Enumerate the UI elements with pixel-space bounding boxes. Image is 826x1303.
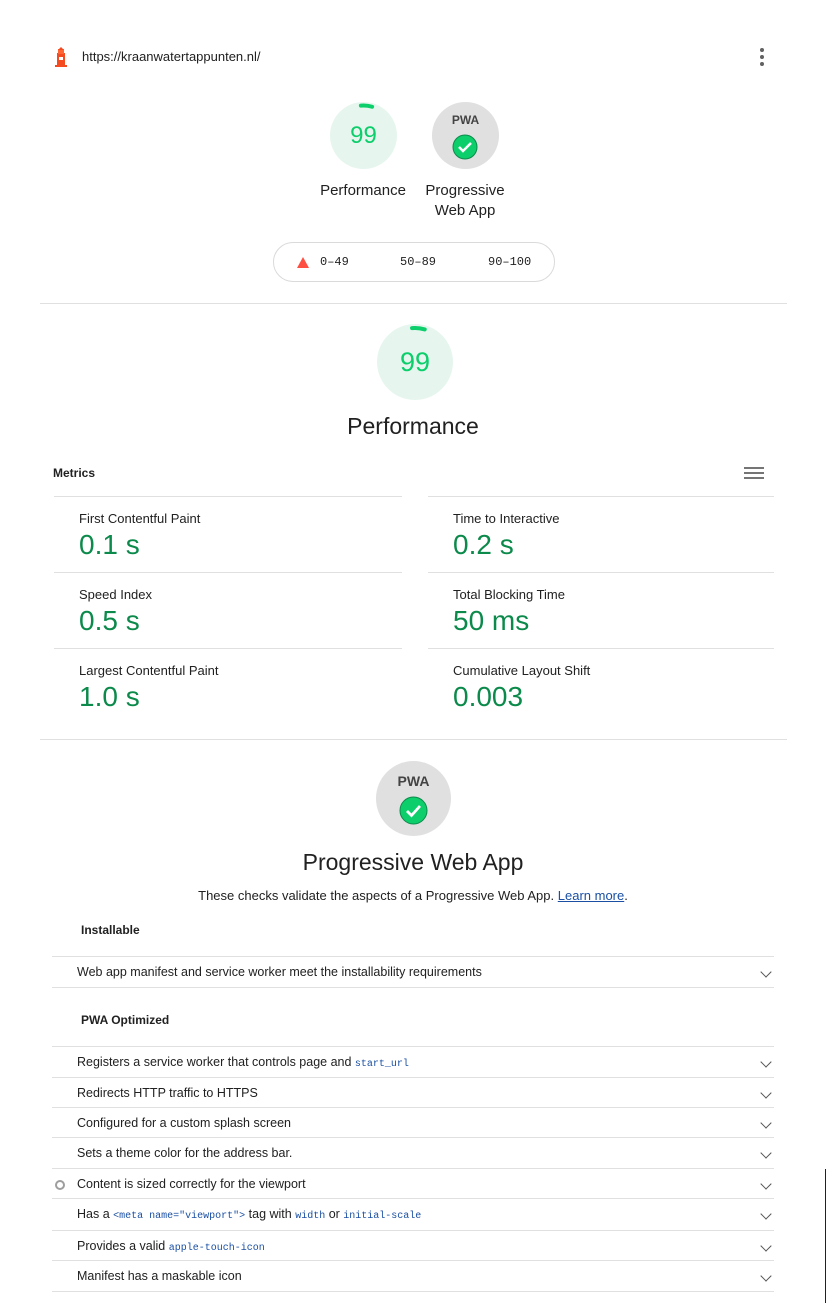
chevron-down-icon — [760, 1178, 772, 1190]
report-url: https://kraanwatertappunten.nl/ — [82, 49, 261, 64]
divider — [40, 303, 787, 304]
chevron-down-icon — [760, 1056, 772, 1068]
performance-gauge-large: 99 — [377, 324, 453, 400]
score-legend: 0–49 50–89 90–100 — [273, 242, 555, 282]
check-icon — [452, 134, 478, 160]
not-applicable-circle-icon — [55, 1180, 65, 1190]
audit-title: Content is sized correctly for the viewp… — [77, 1177, 306, 1191]
metric-value: 50 ms — [453, 605, 530, 636]
audit-row[interactable]: Web app manifest and service worker meet… — [52, 956, 774, 987]
metric-value: 0.5 s — [79, 605, 140, 636]
metric-cumulative-layout-shift: Cumulative Layout Shift 0.003 — [428, 648, 774, 724]
audit-title: Sets a theme color for the address bar. — [77, 1146, 293, 1160]
divider — [52, 987, 774, 988]
pwa-description: These checks validate the aspects of a P… — [198, 888, 628, 903]
legend-fail: 0–49 — [320, 255, 349, 269]
metric-largest-contentful-paint: Largest Contentful Paint 1.0 s — [54, 648, 402, 724]
metric-value: 0.003 — [453, 681, 524, 712]
metric-value: 0.1 s — [79, 529, 140, 560]
chevron-down-icon — [760, 1270, 772, 1282]
performance-gauge-arc — [331, 103, 396, 168]
learn-more-link[interactable]: Learn more — [558, 888, 624, 903]
check-icon — [399, 796, 428, 825]
performance-gauge[interactable]: 99 — [330, 102, 397, 169]
chevron-down-icon — [760, 1147, 772, 1159]
metric-first-contentful-paint: First Contentful Paint 0.1 s — [54, 496, 402, 572]
audit-row[interactable]: Configured for a custom splash screen — [52, 1107, 774, 1137]
divider — [40, 739, 787, 740]
audit-row[interactable]: Redirects HTTP traffic to HTTPS — [52, 1077, 774, 1107]
chevron-down-icon — [760, 1087, 772, 1099]
chevron-down-icon — [760, 1117, 772, 1129]
audit-row[interactable]: Provides a valid apple-touch-icon — [52, 1230, 774, 1260]
metric-value: 0.2 s — [453, 529, 514, 560]
pwa-gauge[interactable]: PWA — [432, 102, 499, 169]
fail-triangle-icon — [297, 257, 309, 268]
divider — [52, 1291, 774, 1292]
pwa-gauge-large: PWA — [376, 761, 451, 836]
metric-label: Largest Contentful Paint — [79, 663, 219, 678]
pwa-title: Progressive Web App — [302, 849, 524, 875]
audit-title: Provides a valid apple-touch-icon — [77, 1239, 265, 1254]
audit-row[interactable]: Registers a service worker that controls… — [52, 1046, 774, 1077]
performance-title: Performance — [347, 413, 479, 439]
legend-pass: 90–100 — [488, 255, 532, 269]
audit-title: Has a <meta name="viewport"> tag with wi… — [77, 1207, 422, 1222]
metrics-header: Metrics — [53, 466, 96, 480]
audit-row[interactable]: Has a <meta name="viewport"> tag with wi… — [52, 1198, 774, 1230]
legend-average: 50–89 — [400, 255, 437, 269]
metric-label: Time to Interactive — [453, 511, 560, 526]
group-title-pwa-optimized: PWA Optimized — [81, 1013, 170, 1027]
audit-title: Web app manifest and service worker meet… — [77, 965, 482, 979]
metric-value: 1.0 s — [79, 681, 140, 712]
metric-label: First Contentful Paint — [79, 511, 201, 526]
pwa-badge-label: PWA — [397, 773, 430, 789]
performance-gauge-large-arc — [379, 326, 451, 399]
audit-row[interactable]: Manifest has a maskable icon — [52, 1260, 774, 1291]
group-title-installable: Installable — [81, 923, 140, 937]
chevron-down-icon — [760, 1240, 772, 1252]
audit-title: Manifest has a maskable icon — [77, 1269, 242, 1283]
metric-label: Total Blocking Time — [453, 587, 565, 602]
metric-label: Speed Index — [79, 587, 153, 602]
audit-title: Registers a service worker that controls… — [77, 1055, 409, 1070]
metric-total-blocking-time: Total Blocking Time 50 ms — [428, 572, 774, 648]
audit-row[interactable]: Content is sized correctly for the viewp… — [52, 1168, 774, 1198]
metrics-toggle-icon[interactable] — [744, 467, 764, 481]
metric-label: Cumulative Layout Shift — [453, 663, 591, 678]
metric-speed-index: Speed Index 0.5 s — [54, 572, 402, 648]
chevron-down-icon — [760, 1208, 772, 1220]
audit-title: Configured for a custom splash screen — [77, 1116, 291, 1130]
pwa-badge-label: PWA — [451, 113, 480, 127]
metric-time-to-interactive: Time to Interactive 0.2 s — [428, 496, 774, 572]
more-vert-icon[interactable] — [752, 46, 772, 68]
audit-title: Redirects HTTP traffic to HTTPS — [77, 1086, 258, 1100]
pwa-gauge-label: Progressive Web App — [425, 182, 505, 219]
lighthouse-icon — [53, 47, 69, 67]
chevron-down-icon — [760, 966, 772, 978]
audit-row[interactable]: Sets a theme color for the address bar. — [52, 1137, 774, 1168]
